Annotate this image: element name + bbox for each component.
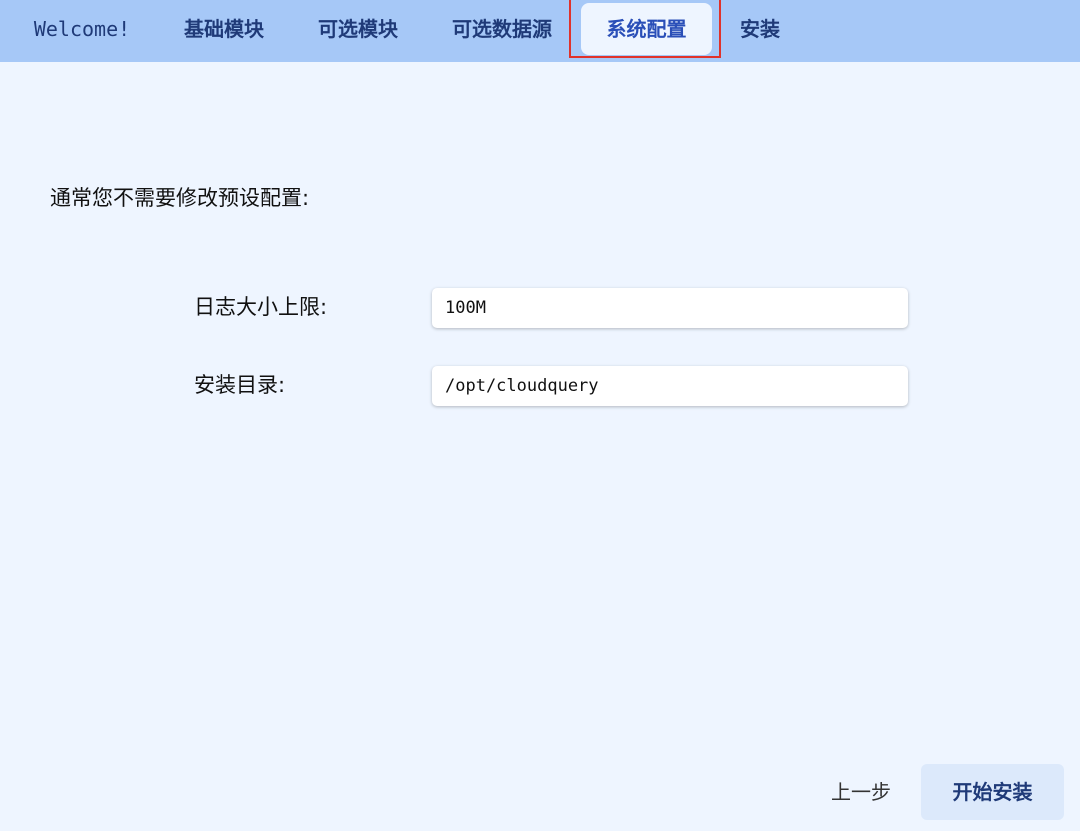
tab-install[interactable]: 安装 bbox=[736, 0, 784, 60]
start-install-button[interactable]: 开始安装 bbox=[921, 764, 1064, 820]
tab-welcome[interactable]: Welcome! bbox=[30, 0, 134, 60]
tab-optional-modules[interactable]: 可选模块 bbox=[314, 0, 402, 60]
log-size-label: 日志大小上限: bbox=[194, 295, 328, 319]
installer-window: Welcome! 基础模块 可选模块 可选数据源 系统配置 安装 通常您不需要修… bbox=[0, 0, 1080, 831]
install-dir-label: 安装目录: bbox=[194, 373, 286, 397]
intro-text: 通常您不需要修改预设配置: bbox=[50, 186, 310, 210]
log-size-input[interactable] bbox=[432, 288, 908, 328]
tab-optional-datasources[interactable]: 可选数据源 bbox=[448, 0, 556, 60]
tab-basic-modules[interactable]: 基础模块 bbox=[180, 0, 268, 60]
active-tab-highlight bbox=[569, 0, 721, 58]
prev-step-button[interactable]: 上一步 bbox=[812, 764, 910, 820]
tab-bar: Welcome! 基础模块 可选模块 可选数据源 系统配置 安装 bbox=[0, 0, 1080, 62]
install-dir-input[interactable] bbox=[432, 366, 908, 406]
